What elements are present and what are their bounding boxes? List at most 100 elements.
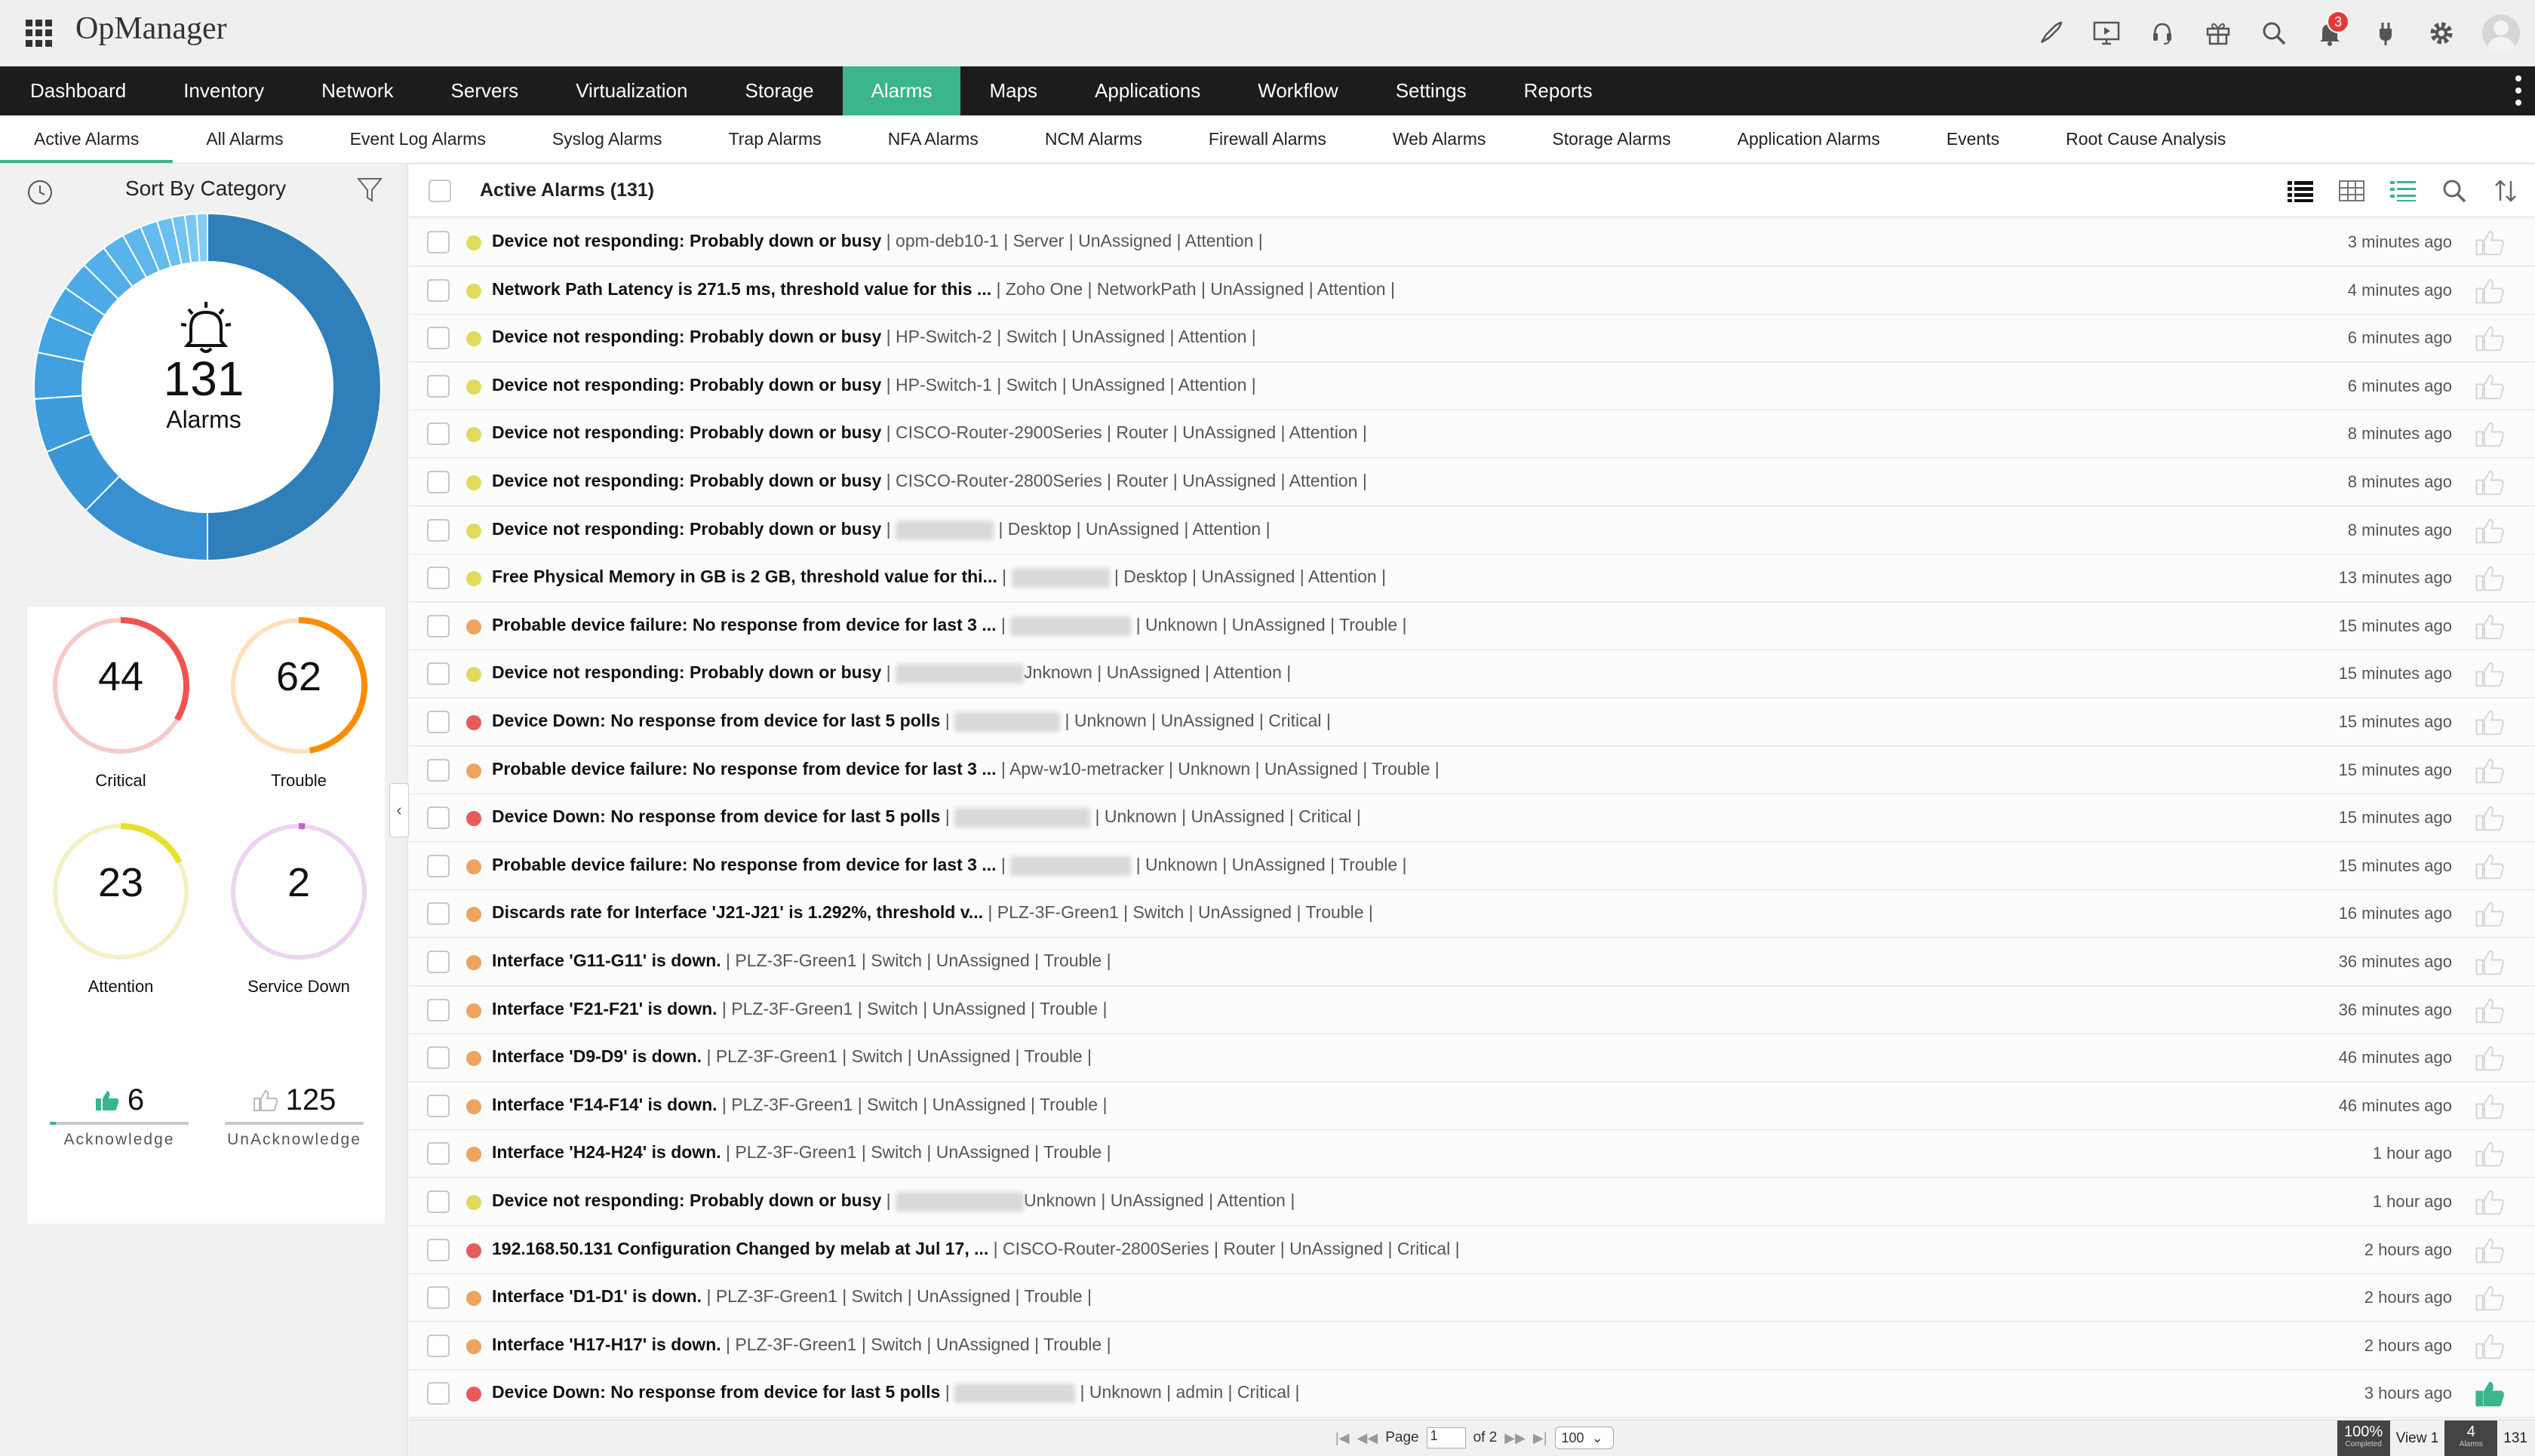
alarm-message[interactable]: Interface 'H24-H24' is down. | PLZ-3F-Gr… bbox=[492, 1142, 1111, 1163]
alarm-title[interactable]: Interface 'D9-D9' is down. bbox=[492, 1046, 702, 1066]
row-checkbox[interactable] bbox=[427, 806, 450, 830]
alarm-title[interactable]: 192.168.50.131 Configuration Changed by … bbox=[492, 1239, 988, 1258]
row-checkbox[interactable] bbox=[427, 1094, 450, 1117]
row-checkbox[interactable] bbox=[427, 422, 450, 446]
acknowledge-thumb-icon[interactable] bbox=[2475, 564, 2505, 594]
alarm-message[interactable]: Device not responding: Probably down or … bbox=[492, 471, 1367, 491]
tab-ncm-alarms[interactable]: NCM Alarms bbox=[1012, 115, 1175, 163]
alarm-message[interactable]: Device Down: No response from device for… bbox=[492, 806, 1361, 828]
acknowledged-thumb-icon[interactable] bbox=[2475, 1379, 2505, 1409]
row-checkbox[interactable] bbox=[427, 327, 450, 350]
unacknowledge-stat[interactable]: 125 UnAcknowledge bbox=[225, 1083, 364, 1149]
nav-virtualization[interactable]: Virtualization bbox=[547, 66, 716, 115]
page-number-input[interactable]: 1 bbox=[1426, 1427, 1466, 1448]
row-checkbox[interactable] bbox=[427, 758, 450, 782]
row-checkbox[interactable] bbox=[427, 374, 450, 398]
filter-icon[interactable] bbox=[356, 175, 383, 205]
row-checkbox[interactable] bbox=[427, 854, 450, 877]
alarm-title[interactable]: Network Path Latency is 271.5 ms, thresh… bbox=[492, 279, 991, 299]
severity-trouble[interactable]: 62 Trouble bbox=[223, 614, 374, 791]
alarm-title[interactable]: Probable device failure: No response fro… bbox=[492, 759, 997, 779]
alarm-message[interactable]: Device not responding: Probably down or … bbox=[492, 519, 1271, 540]
row-checkbox[interactable] bbox=[427, 567, 450, 590]
tab-web-alarms[interactable]: Web Alarms bbox=[1360, 115, 1519, 163]
support-icon[interactable] bbox=[2147, 18, 2177, 48]
alarm-title[interactable]: Interface 'H24-H24' is down. bbox=[492, 1142, 721, 1162]
search-icon[interactable] bbox=[2259, 18, 2289, 48]
sort-icon[interactable] bbox=[2491, 177, 2520, 205]
user-avatar[interactable] bbox=[2482, 14, 2520, 52]
alarm-row[interactable]: Device Down: No response from device for… bbox=[409, 699, 2535, 746]
row-checkbox[interactable] bbox=[427, 662, 450, 686]
alarm-title[interactable]: Device Down: No response from device for… bbox=[492, 806, 940, 826]
sort-by-category-title[interactable]: Sort By Category bbox=[0, 177, 411, 201]
row-checkbox[interactable] bbox=[427, 951, 450, 973]
alarm-row[interactable]: Device not responding: Probably down or … bbox=[409, 506, 2535, 554]
alarm-row[interactable]: 192.168.50.131 Configuration Changed by … bbox=[409, 1226, 2535, 1274]
alarm-title[interactable]: Device not responding: Probably down or … bbox=[492, 231, 881, 250]
alarm-title[interactable]: Device Down: No response from device for… bbox=[492, 711, 940, 730]
acknowledge-thumb-icon[interactable] bbox=[2475, 612, 2505, 642]
alarm-message[interactable]: Device not responding: Probably down or … bbox=[492, 422, 1367, 443]
alarm-row[interactable]: Device not responding: Probably down or … bbox=[409, 650, 2535, 699]
gear-icon[interactable] bbox=[2426, 18, 2457, 48]
row-checkbox[interactable] bbox=[427, 1142, 450, 1166]
nav-alarms[interactable]: Alarms bbox=[842, 66, 961, 115]
app-logo[interactable]: OpManager bbox=[75, 11, 227, 47]
alarm-message[interactable]: Interface 'F14-F14' is down. | PLZ-3F-Gr… bbox=[492, 1095, 1107, 1115]
severity-service-down[interactable]: 2 Service Down bbox=[223, 820, 374, 997]
alarm-message[interactable]: Interface 'F21-F21' is down. | PLZ-3F-Gr… bbox=[492, 999, 1107, 1019]
row-checkbox[interactable] bbox=[427, 471, 450, 493]
tab-active-alarms[interactable]: Active Alarms bbox=[0, 115, 174, 163]
alarm-title[interactable]: Interface 'G11-G11' is down. bbox=[492, 951, 721, 970]
alarm-message[interactable]: Interface 'D1-D1' is down. | PLZ-3F-Gree… bbox=[492, 1286, 1092, 1307]
app-grid-icon[interactable] bbox=[26, 20, 53, 47]
alarm-message[interactable]: Device not responding: Probably down or … bbox=[492, 662, 1291, 684]
search-icon[interactable] bbox=[2440, 177, 2469, 205]
alarm-message[interactable]: Device not responding: Probably down or … bbox=[492, 231, 1263, 251]
alarm-row[interactable]: Probable device failure: No response fro… bbox=[409, 746, 2535, 794]
alarm-row[interactable]: Device not responding: Probably down or … bbox=[409, 315, 2535, 363]
acknowledge-thumb-icon[interactable] bbox=[2475, 708, 2505, 738]
presentation-icon[interactable] bbox=[2091, 18, 2122, 48]
detail-view-icon[interactable] bbox=[2389, 177, 2417, 205]
nav-network[interactable]: Network bbox=[293, 66, 422, 115]
acknowledge-thumb-icon[interactable] bbox=[2475, 1043, 2505, 1074]
alarm-message[interactable]: Network Path Latency is 271.5 ms, thresh… bbox=[492, 279, 1395, 299]
alarm-row[interactable]: Discards rate for Interface 'J21-J21' is… bbox=[409, 890, 2535, 938]
alarm-title[interactable]: Device not responding: Probably down or … bbox=[492, 662, 881, 682]
alarm-message[interactable]: Device Down: No response from device for… bbox=[492, 711, 1331, 732]
tab-all-alarms[interactable]: All Alarms bbox=[173, 115, 316, 163]
acknowledge-thumb-icon[interactable] bbox=[2475, 1139, 2505, 1169]
alarm-row[interactable]: Device not responding: Probably down or … bbox=[409, 362, 2535, 410]
nav-settings[interactable]: Settings bbox=[1367, 66, 1495, 115]
alarm-title[interactable]: Device not responding: Probably down or … bbox=[492, 422, 881, 442]
tab-root-cause-analysis[interactable]: Root Cause Analysis bbox=[2033, 115, 2259, 163]
previous-page-icon[interactable]: ◀◀ bbox=[1357, 1430, 1378, 1446]
alarm-title[interactable]: Probable device failure: No response fro… bbox=[492, 855, 997, 874]
alarm-row[interactable]: Probable device failure: No response fro… bbox=[409, 842, 2535, 890]
acknowledge-thumb-icon[interactable] bbox=[2475, 756, 2505, 786]
acknowledge-thumb-icon[interactable] bbox=[2475, 948, 2505, 978]
row-checkbox[interactable] bbox=[427, 998, 450, 1021]
alarm-title[interactable]: Interface 'D1-D1' is down. bbox=[492, 1286, 702, 1306]
nav-applications[interactable]: Applications bbox=[1066, 66, 1229, 115]
alarm-row[interactable]: Network Path Latency is 271.5 ms, thresh… bbox=[409, 266, 2535, 315]
alarm-title[interactable]: Device not responding: Probably down or … bbox=[492, 375, 881, 395]
row-checkbox[interactable] bbox=[427, 518, 450, 542]
select-all-checkbox[interactable] bbox=[429, 180, 451, 202]
alarm-row[interactable]: Device not responding: Probably down or … bbox=[409, 459, 2535, 506]
severity-attention[interactable]: 23 Attention bbox=[45, 820, 196, 997]
acknowledge-thumb-icon[interactable] bbox=[2475, 228, 2505, 258]
alarm-row[interactable]: Interface 'H17-H17' is down. | PLZ-3F-Gr… bbox=[409, 1322, 2535, 1370]
severity-critical[interactable]: 44 Critical bbox=[45, 614, 196, 791]
alarm-message[interactable]: Probable device failure: No response fro… bbox=[492, 615, 1407, 636]
alarm-row[interactable]: Interface 'D9-D9' is down. | PLZ-3F-Gree… bbox=[409, 1034, 2535, 1083]
acknowledge-thumb-icon[interactable] bbox=[2475, 468, 2505, 498]
nav-reports[interactable]: Reports bbox=[1495, 66, 1621, 115]
acknowledge-thumb-icon[interactable] bbox=[2475, 659, 2505, 690]
list-view-icon[interactable] bbox=[2286, 177, 2315, 205]
row-checkbox[interactable] bbox=[427, 1334, 450, 1357]
acknowledge-thumb-icon[interactable] bbox=[2475, 1332, 2505, 1362]
tab-firewall-alarms[interactable]: Firewall Alarms bbox=[1175, 115, 1360, 163]
